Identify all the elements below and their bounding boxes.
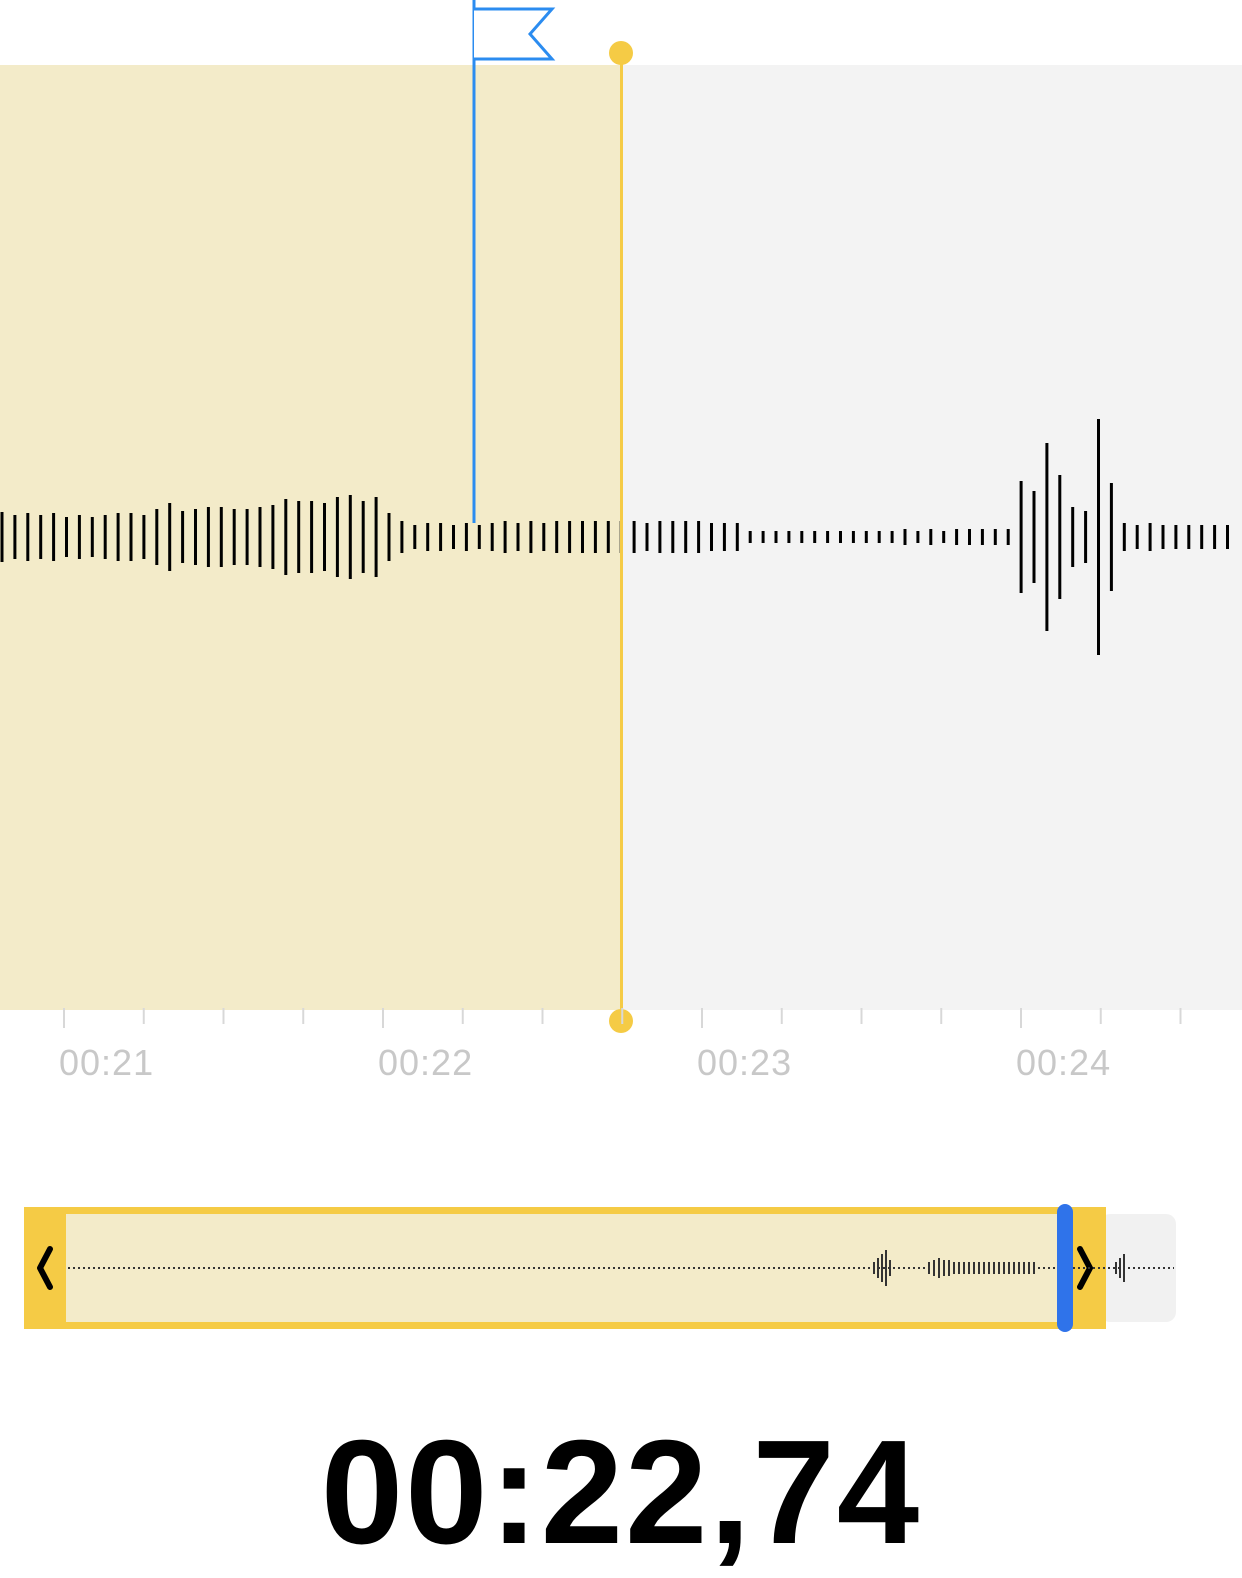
trim-handle-left[interactable] bbox=[24, 1207, 66, 1329]
playhead-top-handle[interactable] bbox=[609, 41, 633, 65]
playhead-line[interactable] bbox=[620, 53, 623, 1021]
chevron-left-icon bbox=[37, 1246, 53, 1290]
overview-playhead[interactable] bbox=[1057, 1204, 1073, 1332]
flag-marker-icon[interactable] bbox=[462, 0, 572, 530]
time-label-0023: 00:23 bbox=[697, 1042, 793, 1083]
overview-track-remainder bbox=[1100, 1214, 1176, 1322]
time-label-0022: 00:22 bbox=[378, 1042, 474, 1083]
time-label-0024: 00:24 bbox=[1016, 1042, 1112, 1083]
chevron-right-icon bbox=[1077, 1246, 1093, 1290]
time-ruler-ticks bbox=[63, 1008, 1182, 1028]
overview-selection-window[interactable] bbox=[24, 1207, 1106, 1329]
time-label-0021: 00:21 bbox=[59, 1042, 155, 1083]
current-time-display: 00:22,74 bbox=[320, 1410, 922, 1575]
